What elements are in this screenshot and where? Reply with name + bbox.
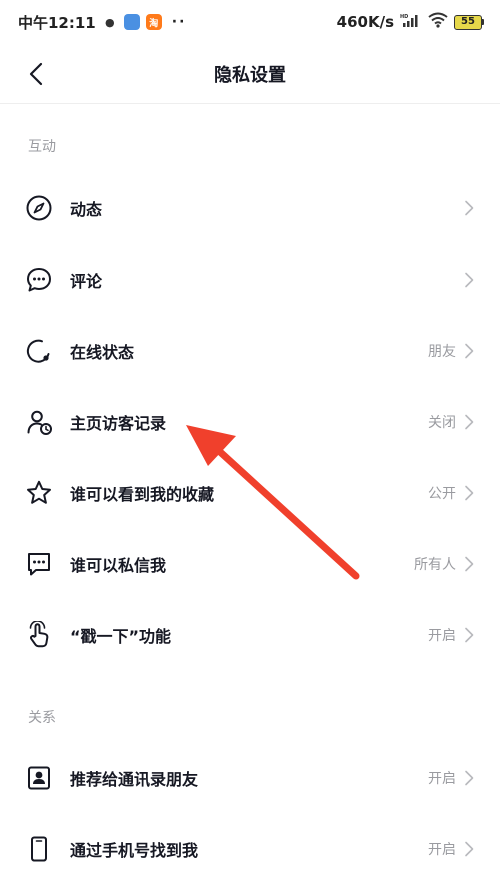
settings-row-contacts-recommend[interactable]: 推荐给通讯录朋友 开启 (0, 742, 500, 814)
taobao-icon: 淘 (145, 14, 162, 30)
row-value: 开启 (428, 771, 456, 787)
signal-icon: HD (400, 13, 422, 31)
row-label: 在线状态 (70, 343, 135, 362)
svg-text:HD: HD (400, 14, 408, 20)
qq-icon: ● (101, 14, 118, 30)
settings-row-feed[interactable]: 动态 (0, 172, 500, 244)
online-status-icon (24, 336, 54, 366)
chevron-right-icon (462, 485, 476, 501)
comment-icon (24, 265, 54, 295)
settings-row-visitor-record[interactable]: 主页访客记录 关闭 (0, 386, 500, 458)
settings-row-find-by-phone[interactable]: 通过手机号找到我 开启 (0, 813, 500, 885)
chevron-right-icon (462, 627, 476, 643)
row-label: “戳一下”功能 (70, 627, 172, 646)
row-value: 开启 (428, 628, 456, 644)
phone-icon (24, 834, 54, 864)
network-speed: 460K/s (336, 13, 394, 31)
status-bar: 中午12:11 ● 淘 ·· 460K/s HD 55 (0, 0, 500, 44)
chevron-right-icon (462, 200, 476, 216)
row-value: 公开 (428, 486, 456, 502)
wifi-icon (428, 12, 448, 32)
row-value: 开启 (428, 842, 456, 858)
row-label: 主页访客记录 (70, 414, 167, 433)
star-icon (24, 478, 54, 508)
message-icon (24, 549, 54, 579)
settings-row-poke[interactable]: “戳一下”功能 开启 (0, 599, 500, 671)
chevron-right-icon (462, 770, 476, 786)
chevron-right-icon (462, 556, 476, 572)
compass-icon (24, 193, 54, 223)
chevron-right-icon (462, 414, 476, 430)
settings-row-favorites-visibility[interactable]: 谁可以看到我的收藏 公开 (0, 457, 500, 529)
row-value: 所有人 (414, 557, 456, 573)
status-right: 460K/s HD 55 (337, 12, 484, 32)
battery-level: 55 (454, 14, 482, 30)
status-time: 中午12:11 (18, 13, 96, 32)
row-label: 推荐给通讯录朋友 (70, 770, 199, 789)
row-label: 谁可以看到我的收藏 (70, 485, 215, 504)
section-label-interaction: 互动 (28, 139, 56, 155)
visitor-record-icon (24, 407, 54, 437)
row-label: 谁可以私信我 (70, 556, 167, 575)
row-value: 朋友 (428, 344, 456, 360)
row-label: 动态 (70, 200, 103, 219)
settings-row-comments[interactable]: 评论 (0, 244, 500, 316)
chevron-left-icon (29, 62, 43, 86)
app-blue-icon (123, 14, 140, 30)
chevron-right-icon (462, 272, 476, 288)
row-label: 评论 (70, 272, 103, 291)
section-label-relationship: 关系 (28, 710, 56, 726)
row-value: 关闭 (428, 415, 456, 431)
settings-row-online-status[interactable]: 在线状态 朋友 (0, 315, 500, 387)
back-button[interactable] (22, 60, 50, 88)
page-title: 隐私设置 (214, 64, 286, 86)
poke-hand-icon (24, 620, 54, 650)
contacts-icon (24, 763, 54, 793)
nav-bar: 隐私设置 (0, 44, 500, 104)
battery-icon: 55 (454, 14, 484, 30)
row-label: 通过手机号找到我 (70, 841, 199, 860)
settings-row-direct-message[interactable]: 谁可以私信我 所有人 (0, 528, 500, 600)
chevron-right-icon (462, 841, 476, 857)
more-notifications-icon: ·· (171, 14, 187, 30)
chevron-right-icon (462, 343, 476, 359)
